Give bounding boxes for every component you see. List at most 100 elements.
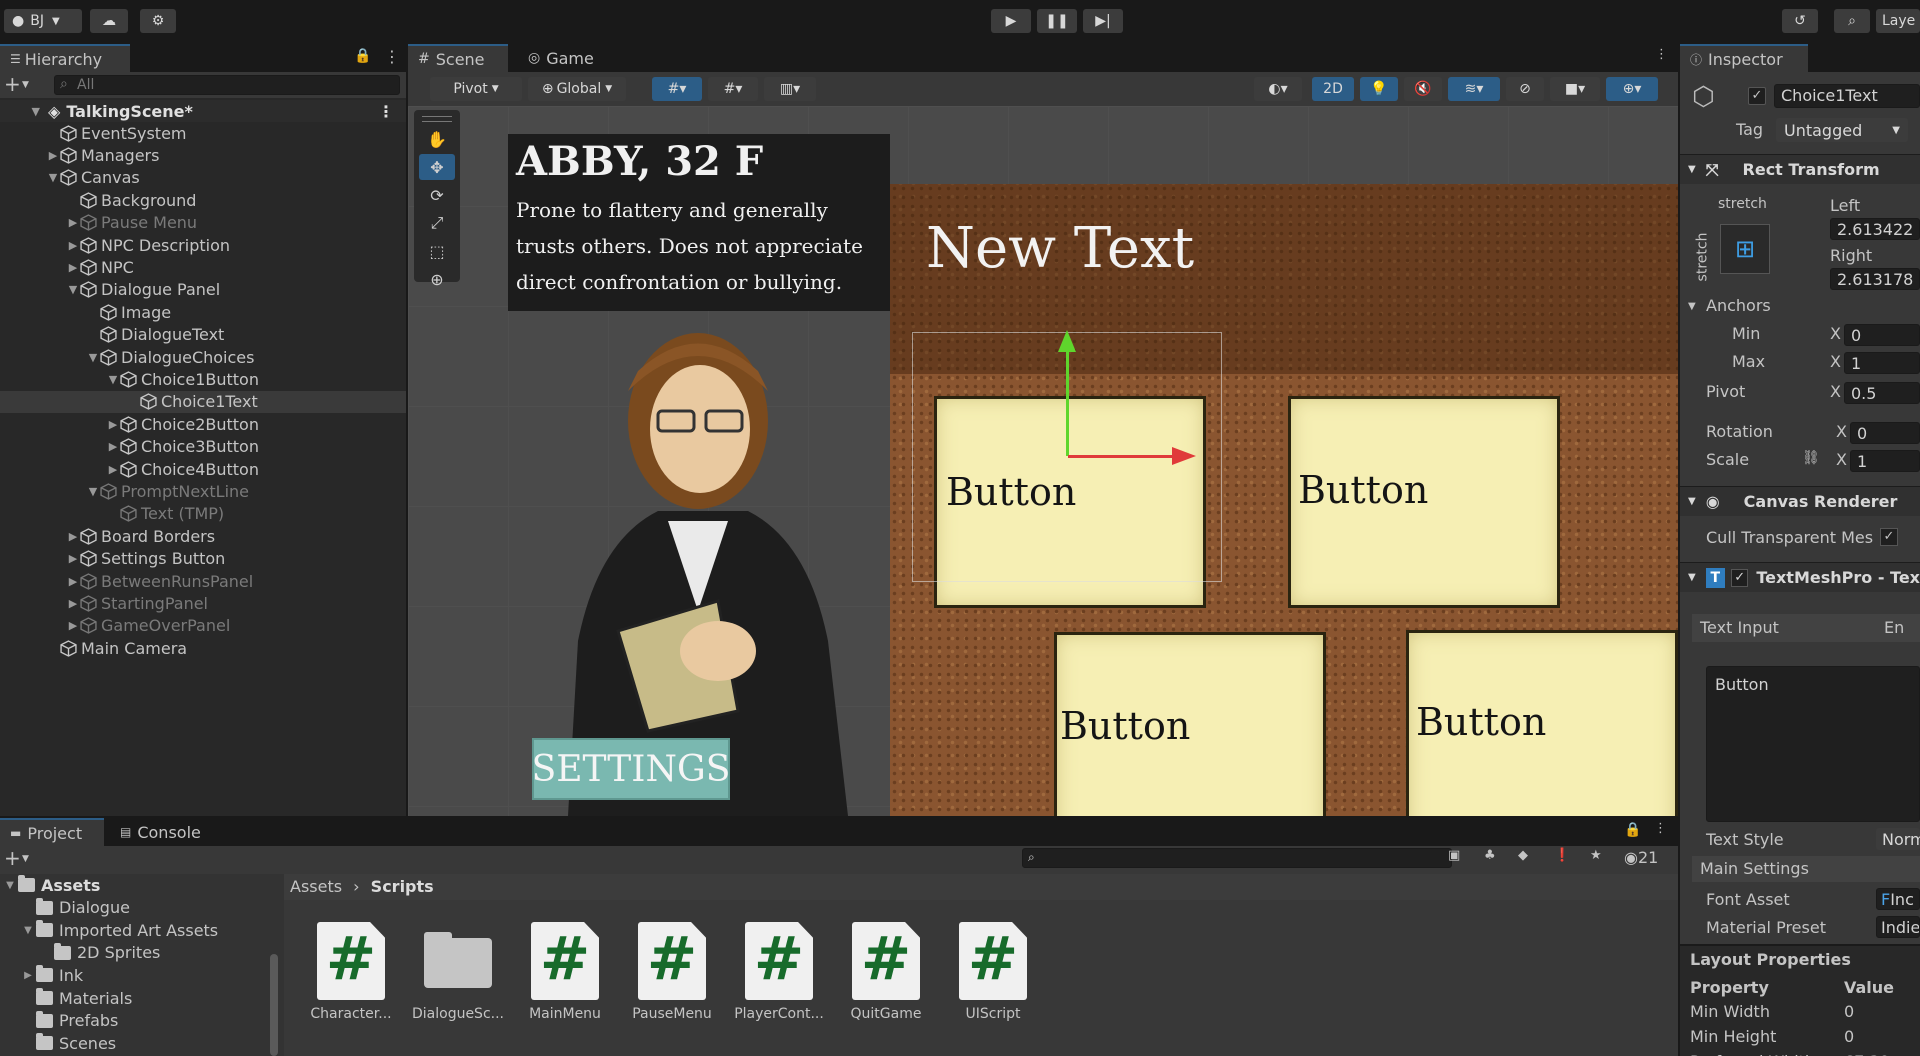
account-dropdown[interactable]: ● BJ ▼ <box>4 9 82 33</box>
hierarchy-item[interactable]: ▶ Managers <box>0 144 406 166</box>
hierarchy-search-input[interactable]: ⌕ All <box>54 75 400 95</box>
pivot-x-field[interactable]: 0.5 <box>1844 382 1920 404</box>
font-asset-field[interactable]: FInc <box>1876 888 1920 910</box>
expand-arrow-icon[interactable]: ▼ <box>1688 301 1696 312</box>
hierarchy-item[interactable]: ▶ Choice2Button <box>0 413 406 435</box>
more-icon[interactable]: ⋮ <box>1654 821 1667 836</box>
script-asset[interactable]: # Character... <box>304 922 398 1022</box>
canvas-renderer-header[interactable]: ▼ ◉ Canvas Renderer <box>1680 486 1920 516</box>
expand-arrow-icon[interactable]: ▶ <box>66 552 80 565</box>
move-y-axis-handle[interactable] <box>1066 346 1069 456</box>
project-search-input[interactable]: ⌕ <box>1022 848 1452 868</box>
hierarchy-item[interactable]: ▼ Choice1Button <box>0 368 406 390</box>
global-dropdown[interactable]: ⊕ Global ▼ <box>528 77 626 101</box>
object-name-field[interactable]: Choice1Text <box>1774 84 1920 108</box>
anchor-min-x-field[interactable]: 0 <box>1844 324 1920 346</box>
hierarchy-item[interactable]: Image <box>0 301 406 323</box>
project-folder-item[interactable]: 2D Sprites <box>0 942 284 964</box>
anchor-max-x-field[interactable]: 1 <box>1844 352 1920 374</box>
hierarchy-item[interactable]: ▶ StartingPanel <box>0 592 406 614</box>
search-button[interactable]: ⌕ <box>1834 9 1870 33</box>
label-icon[interactable]: ◆ <box>1518 848 1528 863</box>
tag-dropdown[interactable]: Untagged ▼ <box>1776 118 1908 142</box>
text-input-area[interactable]: Button <box>1706 666 1920 822</box>
project-folder-item[interactable]: Scenes <box>0 1032 284 1054</box>
tab-inspector[interactable]: ⓘ Inspector <box>1680 44 1808 72</box>
folder-asset[interactable]: DialogueSc... <box>411 922 505 1022</box>
lighting-button[interactable]: 💡 <box>1360 77 1398 101</box>
more-icon[interactable]: ⋮ <box>384 47 400 66</box>
expand-arrow-icon[interactable]: ▼ <box>86 485 100 498</box>
pivot-dropdown[interactable]: Pivot ▼ <box>430 77 522 101</box>
history-button[interactable]: ↺ <box>1782 9 1818 33</box>
more-icon[interactable]: ⋮ <box>378 102 394 121</box>
expand-arrow-icon[interactable]: ▶ <box>66 619 80 632</box>
tab-scene[interactable]: # Scene <box>408 44 508 72</box>
hierarchy-item[interactable]: ▶ GameOverPanel <box>0 615 406 637</box>
hierarchy-item[interactable]: ▶ NPC <box>0 256 406 278</box>
project-folder-item[interactable]: Materials <box>0 987 284 1009</box>
choice4-note[interactable]: Button <box>1406 630 1678 816</box>
step-button[interactable]: ▶| <box>1083 9 1123 33</box>
script-asset[interactable]: # MainMenu <box>518 922 612 1022</box>
camera-dropdown[interactable]: ■▾ <box>1550 77 1600 101</box>
link-icon[interactable]: ⛓ <box>1802 450 1820 466</box>
choice3-note[interactable]: Button <box>1054 632 1326 816</box>
anchor-preset-button[interactable]: ⊞ <box>1720 224 1770 274</box>
hierarchy-item[interactable]: ▶ Choice3Button <box>0 436 406 458</box>
project-folder-item[interactable]: ▼ Assets <box>0 874 284 896</box>
expand-arrow-icon[interactable]: ▶ <box>46 149 60 162</box>
tab-project[interactable]: ▬ Project <box>0 818 104 846</box>
choice2-note[interactable]: Button <box>1288 396 1560 608</box>
hierarchy-item[interactable]: ▶ Choice4Button <box>0 458 406 480</box>
expand-arrow-icon[interactable]: ▼ <box>66 283 80 296</box>
script-asset[interactable]: # PauseMenu <box>625 922 719 1022</box>
add-icon[interactable]: + <box>4 846 21 870</box>
main-settings-section[interactable]: Main Settings <box>1692 856 1920 882</box>
pause-button[interactable]: ❚❚ <box>1037 9 1077 33</box>
star-icon[interactable]: ★ <box>1590 848 1602 863</box>
scale-tool-icon[interactable]: ⤢ <box>419 210 455 236</box>
material-preset-field[interactable]: Indie <box>1876 916 1920 938</box>
increment-snap-button[interactable]: #▾ <box>708 77 758 101</box>
ruler-button[interactable]: ▥▾ <box>764 77 816 101</box>
textmeshpro-header[interactable]: ▼ T ✓ TextMeshPro - Tex <box>1680 562 1920 592</box>
toggle-2d-button[interactable]: 2D <box>1312 77 1354 101</box>
grid-snap-button[interactable]: #▾ <box>652 77 702 101</box>
hierarchy-item[interactable]: ▼ PromptNextLine <box>0 480 406 502</box>
expand-arrow-icon[interactable]: ▶ <box>106 418 120 431</box>
tree-scrollbar[interactable] <box>270 954 278 1056</box>
effects-dropdown[interactable]: ≋▾ <box>1448 77 1500 101</box>
scale-x-field[interactable]: 1 <box>1850 450 1920 472</box>
left-field[interactable]: 2.613422 <box>1830 218 1920 240</box>
cull-checkbox[interactable]: ✓ <box>1880 528 1898 546</box>
hierarchy-item[interactable]: ▶ BetweenRunsPanel <box>0 570 406 592</box>
hand-tool-icon[interactable]: ✋ <box>419 126 455 152</box>
hierarchy-item[interactable]: ▶ NPC Description <box>0 234 406 256</box>
expand-arrow-icon[interactable]: ▶ <box>106 463 120 476</box>
expand-arrow-icon[interactable]: ▼ <box>46 171 60 184</box>
rect-transform-header[interactable]: ▼ ⤧ Rect Transform <box>1680 154 1920 184</box>
breadcrumb-scripts[interactable]: Scripts <box>371 877 434 896</box>
hierarchy-item[interactable]: Text (TMP) <box>0 503 406 525</box>
transform-tool-icon[interactable]: ⊕ <box>419 266 455 292</box>
rotate-tool-icon[interactable]: ⟳ <box>419 182 455 208</box>
new-text-label[interactable]: New Text <box>926 216 1194 281</box>
text-style-dropdown[interactable]: Norm <box>1876 828 1920 850</box>
filter-icon[interactable]: ♣ <box>1484 848 1496 863</box>
expand-arrow-icon[interactable]: ▼ <box>106 373 120 386</box>
component-enabled-checkbox[interactable]: ✓ <box>1730 568 1749 587</box>
lock-icon[interactable]: 🔒 <box>354 48 371 64</box>
more-icon[interactable]: ⋮ <box>1655 47 1668 62</box>
play-button[interactable]: ▶ <box>991 9 1031 33</box>
expand-arrow-icon[interactable]: ▶ <box>66 261 80 274</box>
text-input-section[interactable]: Text Input En <box>1692 614 1920 642</box>
rotation-x-field[interactable]: 0 <box>1850 422 1920 444</box>
project-folder-item[interactable]: Prefabs <box>0 1010 284 1032</box>
move-x-axis-handle[interactable] <box>1068 455 1178 458</box>
services-button[interactable]: ⚙ <box>140 9 176 33</box>
tab-hierarchy[interactable]: ☰ Hierarchy <box>0 44 130 72</box>
lock-icon[interactable]: 🔒 <box>1624 822 1641 838</box>
search-by-type-icon[interactable]: ▣ <box>1448 848 1460 863</box>
project-folder-item[interactable]: ▼ Imported Art Assets <box>0 919 284 941</box>
